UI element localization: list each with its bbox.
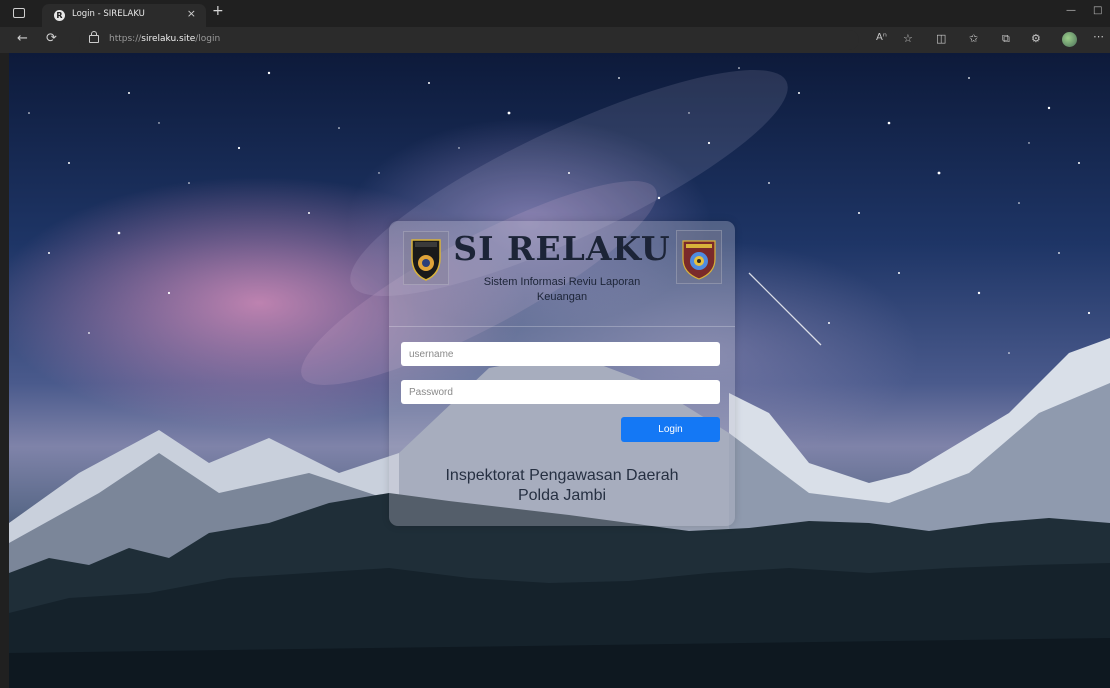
read-aloud-icon[interactable]: Aⁿ: [876, 32, 887, 43]
polda-jambi-logo: [403, 231, 449, 285]
organization-name: Inspektorat Pengawasan Daerah Polda Jamb…: [409, 466, 715, 506]
address-bar[interactable]: https://sirelaku.site/login: [79, 30, 859, 50]
inspektorat-emblem-icon: [682, 240, 716, 280]
minimize-icon[interactable]: —: [1066, 5, 1076, 16]
profile-avatar-icon[interactable]: [1062, 32, 1077, 47]
url-text: https://sirelaku.site/login: [109, 34, 221, 44]
police-shield-icon: [411, 239, 441, 281]
extensions-icon[interactable]: ⚙: [1031, 32, 1041, 45]
lock-icon: [89, 31, 99, 43]
browser-tab-bar: R Login - SIRELAKU × + — □: [0, 0, 1110, 27]
more-icon[interactable]: ⋯: [1093, 30, 1104, 43]
favorite-star-icon[interactable]: ☆: [903, 32, 913, 45]
organization-line-1: Inspektorat Pengawasan Daerah: [445, 467, 679, 484]
inspektorat-logo: [676, 230, 722, 284]
refresh-icon[interactable]: ⟳: [46, 31, 57, 46]
app-subtitle: Sistem Informasi Reviu Laporan Keuangan: [483, 276, 641, 303]
username-input[interactable]: [401, 342, 720, 366]
favorites-icon[interactable]: ✩: [969, 32, 978, 45]
login-button[interactable]: Login: [621, 417, 720, 442]
login-card: SI RELAKU Sistem Informasi Reviu Laporan…: [389, 221, 735, 526]
window-edge: [0, 53, 9, 688]
tab-actions-icon[interactable]: [13, 8, 25, 18]
card-divider: [389, 326, 735, 327]
site-favicon-icon: R: [54, 10, 65, 21]
maximize-icon[interactable]: □: [1093, 5, 1102, 16]
split-screen-icon[interactable]: ◫: [936, 32, 946, 45]
close-tab-icon[interactable]: ×: [187, 7, 196, 20]
organization-line-2: Polda Jambi: [517, 487, 607, 504]
back-icon[interactable]: ←: [17, 31, 28, 46]
browser-tab[interactable]: R Login - SIRELAKU ×: [42, 4, 206, 27]
collections-icon[interactable]: ⧉: [1002, 32, 1010, 46]
login-page: SI RELAKU Sistem Informasi Reviu Laporan…: [9, 53, 1110, 688]
tab-title: Login - SIRELAKU: [72, 9, 145, 19]
new-tab-button[interactable]: +: [212, 3, 224, 19]
password-input[interactable]: [401, 380, 720, 404]
app-title: SI RELAKU: [453, 229, 671, 268]
address-toolbar: ← ⟳ https://sirelaku.site/login Aⁿ ☆ ◫ ✩…: [0, 27, 1110, 53]
